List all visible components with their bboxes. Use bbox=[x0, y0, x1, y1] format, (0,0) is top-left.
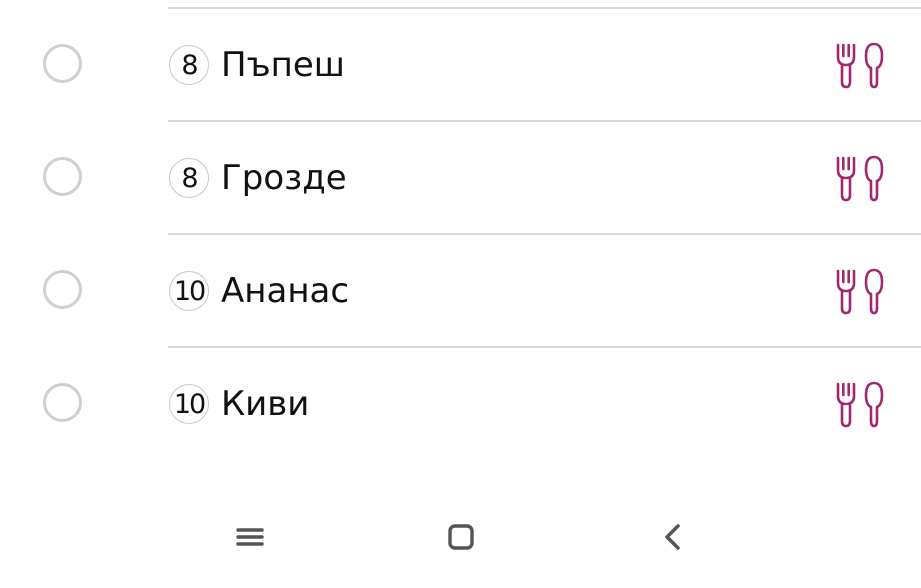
list-item[interactable]: 8 Грозде bbox=[0, 122, 921, 235]
recents-button[interactable] bbox=[220, 512, 280, 562]
item-check-radio[interactable] bbox=[43, 383, 82, 422]
item-check-radio[interactable] bbox=[43, 270, 82, 309]
item-name: Ананас bbox=[221, 271, 350, 311]
fork-spoon-icon[interactable] bbox=[834, 41, 886, 91]
quantity-badge: 10 bbox=[169, 271, 209, 311]
fork-spoon-icon[interactable] bbox=[834, 267, 886, 317]
list-item[interactable]: 10 Ананас bbox=[0, 235, 921, 348]
list-item[interactable]: 10 Киви bbox=[0, 348, 921, 461]
menu-lines-icon bbox=[236, 528, 264, 546]
item-check-radio[interactable] bbox=[43, 44, 82, 83]
app-screen: 8 Пъпеш 8 Грозде 10 Ананас 10 Киви bbox=[0, 0, 921, 588]
quantity-badge: 10 bbox=[169, 384, 209, 424]
quantity-badge: 8 bbox=[169, 158, 209, 198]
quantity-badge: 8 bbox=[169, 45, 209, 85]
home-button[interactable] bbox=[431, 512, 491, 562]
fork-spoon-icon[interactable] bbox=[834, 380, 886, 430]
home-square-icon bbox=[448, 524, 474, 550]
item-check-radio[interactable] bbox=[43, 157, 82, 196]
back-chevron-icon bbox=[665, 524, 680, 550]
fork-spoon-icon[interactable] bbox=[834, 154, 886, 204]
item-name: Грозде bbox=[221, 158, 347, 198]
back-button[interactable] bbox=[643, 512, 703, 562]
shopping-list: 8 Пъпеш 8 Грозде 10 Ананас 10 Киви bbox=[0, 9, 921, 461]
list-item[interactable]: 8 Пъпеш bbox=[0, 9, 921, 122]
item-name: Киви bbox=[221, 384, 310, 424]
system-nav-bar bbox=[0, 493, 921, 588]
item-name: Пъпеш bbox=[221, 45, 345, 85]
